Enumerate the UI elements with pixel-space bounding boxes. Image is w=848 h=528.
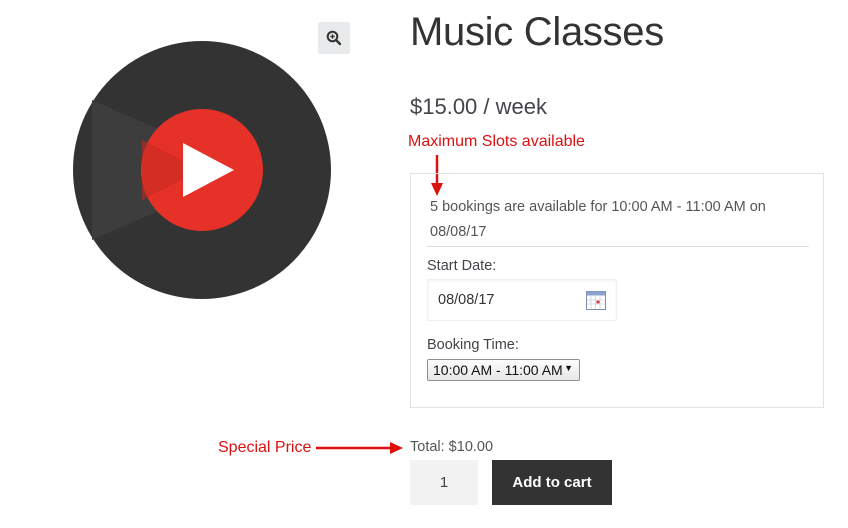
start-date-label: Start Date:: [427, 258, 497, 274]
availability-line-2: 08/08/17: [430, 224, 487, 240]
total-price: Total: $10.00: [410, 439, 494, 455]
start-date-input[interactable]: 08/08/17: [427, 279, 617, 321]
booking-time-value: 10:00 AM - 11:00 AM: [433, 362, 563, 378]
arrow-right-icon: [316, 442, 403, 454]
quantity-input[interactable]: 1: [410, 460, 478, 505]
product-title: Music Classes: [410, 10, 664, 54]
annotation-special-price: Special Price: [218, 439, 312, 456]
annotation-max-slots: Maximum Slots available: [408, 133, 585, 150]
booking-time-label: Booking Time:: [427, 337, 519, 353]
booking-time-select[interactable]: 10:00 AM - 11:00 AM ▼: [427, 359, 580, 381]
add-to-cart-button[interactable]: Add to cart: [492, 460, 612, 505]
divider: [427, 246, 809, 247]
music-disc-play-icon: [73, 41, 331, 299]
dropdown-caret-icon: ▼: [564, 363, 573, 373]
product-image[interactable]: [72, 40, 332, 300]
product-price: $15.00 / week: [410, 94, 547, 119]
calendar-icon[interactable]: [586, 291, 606, 310]
availability-message: 5 bookings are available for 10:00 AM - …: [430, 195, 780, 245]
start-date-value: 08/08/17: [438, 292, 495, 308]
availability-line-1: 5 bookings are available for 10:00 AM - …: [430, 199, 766, 215]
